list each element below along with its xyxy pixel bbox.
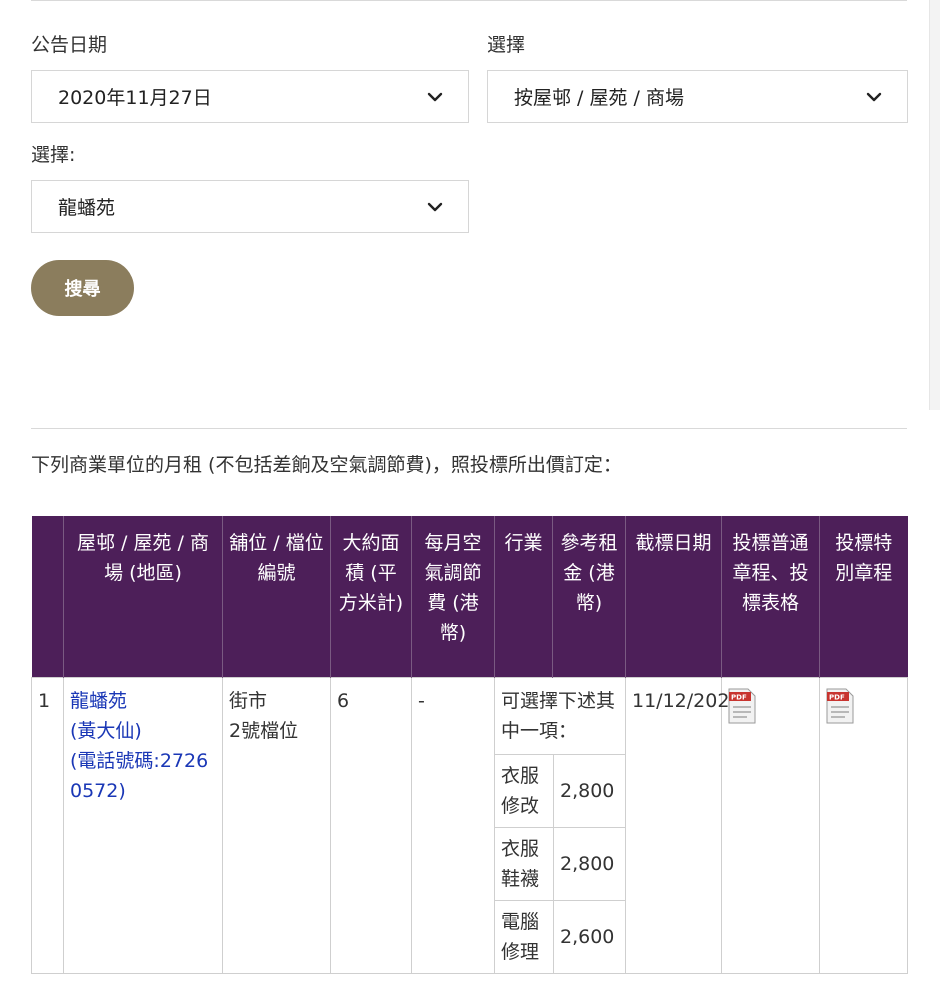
chevron-down-icon xyxy=(866,92,882,102)
header-no xyxy=(31,516,64,677)
trade-option-row: 衣服修改 2,800 xyxy=(495,753,625,827)
unit-cell: 街市 2號檔位 xyxy=(222,676,331,974)
estate-link[interactable]: 龍蟠苑 xyxy=(70,686,216,716)
estate-cell: 龍蟠苑 (黃大仙) (電話號碼:2726 0572) xyxy=(63,676,223,974)
chevron-down-icon xyxy=(427,92,443,102)
pdf-file-icon[interactable]: PDF xyxy=(826,688,854,724)
chevron-down-icon xyxy=(427,202,443,212)
trade-rent: 2,800 xyxy=(553,826,625,900)
section-divider xyxy=(31,428,907,429)
type-select-value: 按屋邨 / 屋苑 / 商場 xyxy=(514,87,684,109)
svg-text:PDF: PDF xyxy=(731,693,747,701)
trade-option-row: 電腦修理 2,600 xyxy=(495,899,625,973)
header-estate: 屋邨 / 屋苑 / 商場 (地區) xyxy=(63,516,223,677)
ac-fee-cell: - xyxy=(411,676,495,974)
scroll-shadow xyxy=(929,0,940,410)
estate-select[interactable]: 龍蟠苑 xyxy=(31,180,469,233)
date-select[interactable]: 2020年11月27日 xyxy=(31,70,469,123)
trade-name: 衣服鞋襪 xyxy=(495,826,554,900)
header-closing-date: 截標日期 xyxy=(625,516,722,677)
unit-location: 街市 xyxy=(229,689,268,712)
closing-date-cell: 11/12/2020 xyxy=(625,676,742,974)
trade-options: 可選擇下述其中一項： 衣服修改 2,800 衣服鞋襪 2,800 電腦修理 2,… xyxy=(495,678,625,973)
district-text: (黃大仙) xyxy=(70,719,142,742)
header-unit: 舖位 / 檔位編號 xyxy=(222,516,331,677)
trade-rent-cell: 可選擇下述其中一項： 衣服修改 2,800 衣服鞋襪 2,800 電腦修理 2,… xyxy=(494,676,626,974)
header-general-terms: 投標普通章程、投標表格 xyxy=(721,516,820,677)
header-ac-fee: 每月空氣調節費 (港幣) xyxy=(411,516,495,677)
estate-select-value: 龍蟠苑 xyxy=(58,197,116,219)
type-label: 選擇 xyxy=(487,34,526,56)
trade-name: 衣服修改 xyxy=(495,753,554,827)
date-label: 公告日期 xyxy=(31,34,108,56)
svg-text:PDF: PDF xyxy=(829,693,845,701)
area-cell: 6 xyxy=(330,676,412,974)
type-select[interactable]: 按屋邨 / 屋苑 / 商場 xyxy=(487,70,908,123)
trade-intro: 可選擇下述其中一項： xyxy=(501,689,616,742)
table-header-row: 屋邨 / 屋苑 / 商場 (地區) 舖位 / 檔位編號 大約面積 (平方米計) … xyxy=(31,516,908,677)
trade-rent: 2,800 xyxy=(553,753,625,827)
unit-number: 2號檔位 xyxy=(229,719,299,742)
tender-table: 屋邨 / 屋苑 / 商場 (地區) 舖位 / 檔位編號 大約面積 (平方米計) … xyxy=(31,516,908,974)
header-rent: 參考租金 (港幣) xyxy=(552,516,626,677)
trade-option-row: 衣服鞋襪 2,800 xyxy=(495,826,625,900)
header-area: 大約面積 (平方米計) xyxy=(330,516,412,677)
table-row: 1 龍蟠苑 (黃大仙) (電話號碼:2726 0572) 街市 2號檔位 6 -… xyxy=(31,676,908,974)
pdf-file-icon[interactable]: PDF xyxy=(728,688,756,724)
trade-rent: 2,600 xyxy=(553,899,625,973)
row-number: 1 xyxy=(31,676,64,974)
special-terms-cell: PDF xyxy=(819,676,908,974)
phone-text: (電話號碼:2726 0572) xyxy=(70,749,209,802)
date-select-value: 2020年11月27日 xyxy=(58,87,212,109)
rent-note: 下列商業單位的月租 (不包括差餉及空氣調節費)，照投標所出價訂定： xyxy=(31,454,622,476)
header-special-terms: 投標特別章程 xyxy=(819,516,908,677)
top-divider xyxy=(31,0,907,1)
estate-label: 選擇: xyxy=(31,144,76,166)
search-button[interactable]: 搜尋 xyxy=(31,260,134,316)
trade-name: 電腦修理 xyxy=(495,899,554,973)
header-trade: 行業 xyxy=(494,516,553,677)
general-terms-cell: PDF xyxy=(721,676,820,974)
